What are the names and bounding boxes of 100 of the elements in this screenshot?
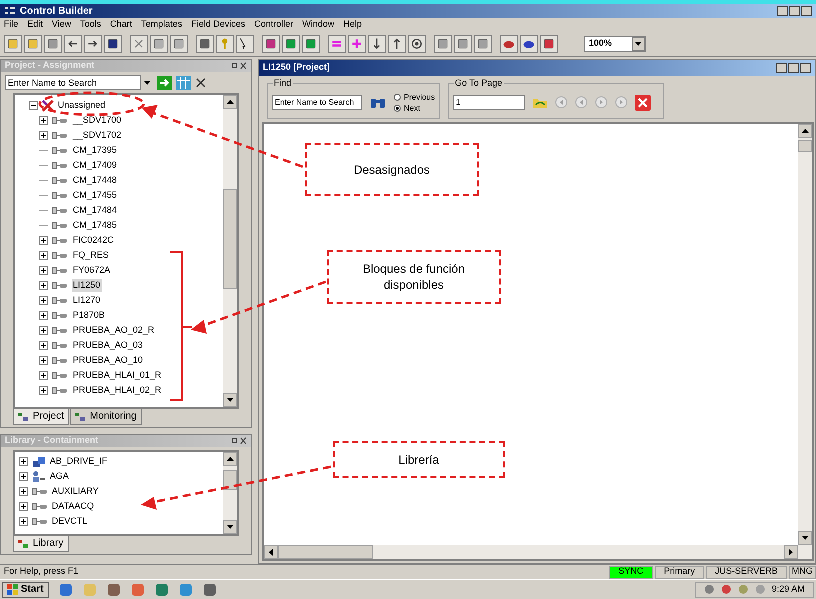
toolbar-button[interactable]	[408, 35, 426, 53]
expand-toggle[interactable]	[39, 266, 48, 275]
scroll-thumb[interactable]	[223, 189, 237, 289]
expand-toggle[interactable]	[39, 356, 48, 365]
radio-option[interactable]: Next	[394, 102, 436, 114]
tray-icon[interactable]	[720, 584, 732, 595]
find-field[interactable]: Enter Name to Search	[272, 95, 362, 110]
start-button[interactable]: Start	[2, 582, 49, 598]
expand-toggle[interactable]	[19, 487, 28, 496]
tree-item[interactable]: LI1270	[72, 294, 102, 308]
toolbar-button[interactable]	[104, 35, 122, 53]
toolbar-button[interactable]	[262, 35, 280, 53]
maximize-button[interactable]	[788, 63, 799, 73]
toolbar-button[interactable]	[302, 35, 320, 53]
close-button[interactable]	[800, 63, 811, 73]
expand-toggle[interactable]	[39, 296, 48, 305]
dropdown-arrow-icon[interactable]	[635, 42, 642, 46]
tree-item[interactable]: CM_17409	[72, 158, 118, 172]
scroll-thumb[interactable]	[798, 140, 812, 152]
menu-item[interactable]: Edit	[28, 18, 44, 32]
vertical-scrollbar[interactable]	[798, 124, 812, 545]
scroll-down-icon[interactable]	[802, 536, 808, 540]
toolbar-button[interactable]	[520, 35, 538, 53]
search-field[interactable]: Enter Name to Search	[5, 75, 141, 90]
expand-toggle[interactable]	[39, 326, 48, 335]
tree-item[interactable]: PRUEBA_AO_03	[72, 338, 144, 352]
toolbar-button[interactable]	[540, 35, 558, 53]
clear-icon[interactable]	[195, 76, 207, 88]
vertical-scrollbar[interactable]	[223, 452, 237, 534]
tree-item[interactable]: PRUEBA_AO_10	[72, 354, 144, 368]
toolbar-button[interactable]	[388, 35, 406, 53]
toolbar-button[interactable]	[84, 35, 102, 53]
tree-item[interactable]: PRUEBA_HLAI_02_R	[72, 384, 163, 398]
expand-toggle[interactable]	[19, 457, 28, 466]
expand-toggle[interactable]	[39, 371, 48, 380]
panel-tab[interactable]: Monitoring	[70, 409, 142, 425]
menu-item[interactable]: Help	[344, 18, 362, 32]
tree-item[interactable]: P1870B	[72, 308, 106, 322]
tree-item[interactable]: CM_17484	[72, 204, 118, 218]
toolbar-button[interactable]	[236, 35, 254, 53]
toolbar-button[interactable]	[64, 35, 82, 53]
menu-item[interactable]: Controller	[254, 18, 294, 32]
panel-tab[interactable]: Library	[13, 536, 69, 552]
tree-item[interactable]: FY0672A	[72, 264, 112, 278]
tray-icon[interactable]	[704, 584, 715, 595]
collapse-toggle[interactable]	[29, 101, 38, 110]
toolbar-button[interactable]	[454, 35, 472, 53]
pin-close-icon[interactable]	[231, 62, 247, 70]
expand-toggle[interactable]	[39, 116, 48, 125]
tree-item[interactable]: PRUEBA_AO_02_R	[72, 324, 156, 338]
dropdown-arrow-icon[interactable]	[144, 80, 150, 84]
scroll-down-icon[interactable]	[226, 525, 234, 529]
expand-toggle[interactable]	[39, 251, 48, 260]
scroll-right-icon[interactable]	[789, 548, 793, 556]
toolbar-button[interactable]	[474, 35, 492, 53]
scroll-left-icon[interactable]	[269, 548, 273, 556]
toolbar-button[interactable]	[368, 35, 386, 53]
menu-item[interactable]: Templates	[141, 18, 182, 32]
library-item[interactable]: DEVCTL	[52, 514, 88, 528]
scroll-up-icon[interactable]	[226, 100, 234, 104]
vertical-scrollbar[interactable]	[223, 95, 237, 407]
toolbar-button[interactable]	[500, 35, 518, 53]
expand-toggle[interactable]	[39, 386, 48, 395]
scroll-down-icon[interactable]	[226, 398, 234, 402]
toolbar-button[interactable]	[170, 35, 188, 53]
expand-toggle[interactable]	[39, 341, 48, 350]
taskbar-app-icon[interactable]	[106, 582, 121, 596]
close-icon[interactable]	[635, 94, 652, 110]
zoom-dropdown[interactable]: 100%	[584, 36, 646, 52]
tree-item[interactable]: CM_17485	[72, 218, 118, 232]
library-item[interactable]: DATAACQ	[52, 500, 94, 514]
expand-toggle[interactable]	[39, 281, 48, 290]
toolbar-button[interactable]	[196, 35, 214, 53]
expand-toggle[interactable]	[19, 502, 28, 511]
scroll-up-icon[interactable]	[226, 457, 234, 461]
menu-item[interactable]: Tools	[80, 18, 102, 32]
close-button[interactable]	[801, 6, 812, 16]
menu-item[interactable]: Chart	[110, 18, 132, 32]
menu-item[interactable]: File	[4, 18, 19, 32]
toolbar-button[interactable]	[44, 35, 62, 53]
tree-item[interactable]: __SDV1700	[72, 114, 123, 128]
expand-toggle[interactable]	[19, 472, 28, 481]
tree-item[interactable]: __SDV1702	[72, 128, 123, 142]
go-arrow-icon[interactable]	[157, 76, 172, 90]
toolbar-button[interactable]	[150, 35, 168, 53]
library-item[interactable]: AB_DRIVE_IF	[50, 454, 108, 468]
library-item[interactable]: AGA	[50, 470, 70, 484]
library-item[interactable]: AUXILIARY	[52, 484, 99, 498]
panel-tab[interactable]: Project	[13, 409, 70, 425]
scroll-thumb[interactable]	[223, 470, 237, 490]
binoculars-icon[interactable]	[370, 96, 386, 109]
page-field[interactable]: 1	[453, 95, 526, 110]
tree-item[interactable]: Unassigned	[58, 98, 106, 112]
taskbar-app-icon[interactable]	[154, 582, 169, 596]
expand-toggle[interactable]	[39, 236, 48, 245]
expand-toggle[interactable]	[39, 131, 48, 140]
tree-item[interactable]: FQ_RES	[72, 248, 110, 262]
tree-item[interactable]: FIC0242C	[72, 234, 116, 248]
scroll-up-icon[interactable]	[802, 129, 808, 133]
radio-option[interactable]: Previous	[394, 92, 436, 102]
